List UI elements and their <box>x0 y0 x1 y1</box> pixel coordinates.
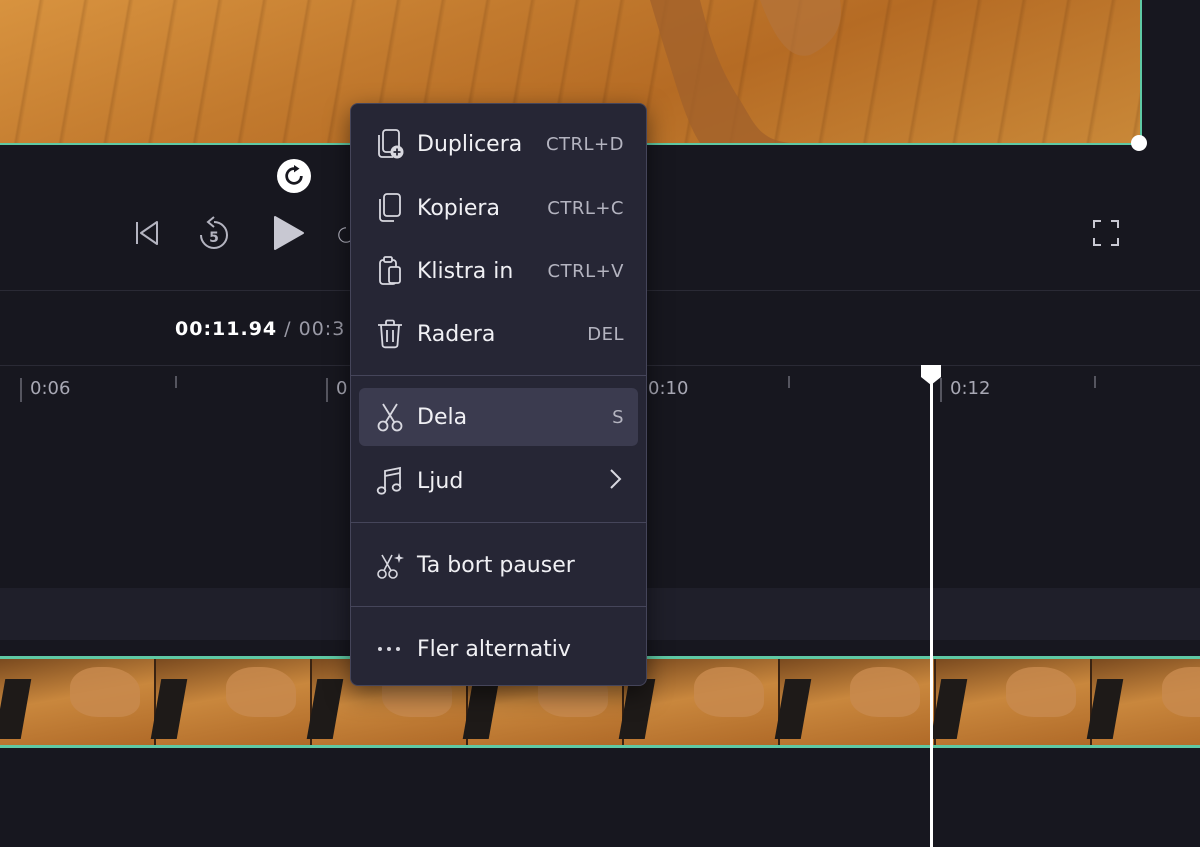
playhead-handle[interactable] <box>919 363 943 387</box>
sparkle-scissors-icon <box>373 548 407 582</box>
rewind-5-icon: 5 <box>200 216 228 249</box>
menu-item-label: Kopiera <box>417 195 500 221</box>
ruler-label: 0:06 <box>20 378 70 402</box>
menu-item-copy[interactable]: Kopiera CTRL+C <box>359 179 638 237</box>
ruler-label: 0 <box>326 378 347 402</box>
menu-item-shortcut: CTRL+D <box>545 133 624 155</box>
resize-handle[interactable] <box>1131 135 1147 151</box>
clip-thumbnail <box>618 659 780 745</box>
menu-item-label: Dela <box>417 404 468 430</box>
ruler-label: 0:10 <box>648 378 689 399</box>
clip-thumbnail <box>0 659 156 745</box>
play-button[interactable] <box>268 213 308 253</box>
scissors-icon <box>373 400 407 434</box>
clip-thumbnail <box>150 659 312 745</box>
menu-item-paste[interactable]: Klistra in CTRL+V <box>359 242 638 300</box>
menu-separator <box>351 606 646 607</box>
menu-item-split[interactable]: Dela S <box>359 388 638 446</box>
menu-item-label: Ljud <box>417 468 464 494</box>
preview-image-content <box>650 0 841 143</box>
ruler-tick <box>175 376 177 388</box>
svg-text:5: 5 <box>209 230 219 246</box>
rotate-icon <box>285 165 303 185</box>
menu-separator <box>351 375 646 376</box>
current-time: 00:11.94 <box>175 318 278 340</box>
fullscreen-button[interactable] <box>1088 215 1124 251</box>
rewind-5-button[interactable]: 5 <box>195 215 233 255</box>
context-menu: Duplicera CTRL+D Kopiera CTRL+C Klistra … <box>350 103 647 686</box>
menu-separator <box>351 522 646 523</box>
play-icon <box>274 216 304 250</box>
skip-to-start-button[interactable] <box>128 215 164 251</box>
menu-item-label: Ta bort pauser <box>417 552 575 578</box>
menu-item-label: Radera <box>417 321 496 347</box>
menu-item-shortcut: DEL <box>587 323 624 345</box>
timecode: 00:11.94 / 00:3 <box>175 318 345 340</box>
menu-item-delete[interactable]: Radera DEL <box>359 305 638 363</box>
clip-thumbnail <box>774 659 936 745</box>
more-dots-icon <box>373 632 407 666</box>
clip-thumbnail <box>1086 659 1200 745</box>
music-note-icon <box>373 464 407 498</box>
ruler-tick <box>1094 376 1096 388</box>
copy-icon <box>373 191 407 225</box>
menu-item-shortcut: S <box>612 406 624 428</box>
menu-item-label: Fler alternativ <box>417 636 571 662</box>
fullscreen-icon <box>1093 220 1119 246</box>
paste-icon <box>373 254 407 288</box>
playhead-line[interactable] <box>930 380 933 847</box>
ruler-label: 0:12 <box>940 378 990 402</box>
clip-thumbnail <box>930 659 1092 745</box>
menu-item-audio[interactable]: Ljud <box>359 452 638 510</box>
skip-start-icon <box>136 221 158 245</box>
menu-item-shortcut: CTRL+V <box>547 260 624 282</box>
ruler-tick <box>788 376 790 388</box>
menu-item-more-options[interactable]: Fler alternativ <box>359 620 638 678</box>
menu-item-remove-silences[interactable]: Ta bort pauser <box>359 536 638 594</box>
chevron-right-icon <box>608 468 622 494</box>
trash-icon <box>373 317 407 351</box>
duplicate-icon <box>373 127 407 161</box>
menu-item-shortcut: CTRL+C <box>547 197 624 219</box>
rotate-button[interactable] <box>277 159 311 193</box>
menu-item-label: Klistra in <box>417 258 514 284</box>
total-time: / 00:3 <box>277 318 346 340</box>
menu-item-duplicate[interactable]: Duplicera CTRL+D <box>359 115 638 173</box>
menu-item-label: Duplicera <box>417 131 523 157</box>
